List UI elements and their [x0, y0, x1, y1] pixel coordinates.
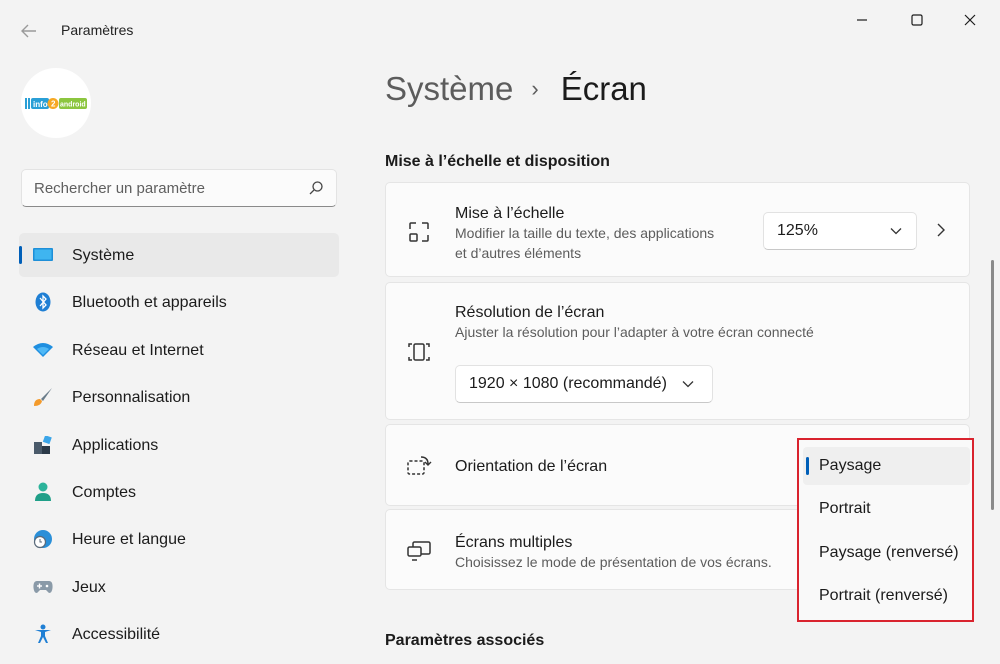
breadcrumb: Système › Écran [385, 70, 647, 108]
sidebar-item-label: Accessibilité [72, 626, 161, 644]
resolution-card: Résolution de l’écran Ajuster la résolut… [385, 282, 970, 420]
sidebar-item-personnalisation[interactable]: Personnalisation [19, 375, 339, 419]
accessibility-icon [33, 624, 53, 644]
resolution-dropdown[interactable]: 1920 × 1080 (recommandé) [455, 365, 713, 403]
chevron-down-icon [682, 381, 694, 388]
gamepad-icon [33, 577, 53, 597]
orientation-option-portrait-renverse[interactable]: Portrait (renversé) [803, 577, 970, 615]
apps-icon [33, 435, 53, 455]
scale-title: Mise à l’échelle [455, 205, 565, 222]
orientation-icon [407, 456, 432, 475]
person-icon [33, 482, 53, 502]
settings-search-box[interactable] [21, 169, 337, 207]
sidebar-item-accessibilite[interactable]: Accessibilité [19, 612, 339, 656]
chevron-right-icon[interactable] [936, 223, 945, 237]
sidebar-item-label: Heure et langue [72, 531, 186, 549]
sidebar-item-label: Réseau et Internet [72, 341, 204, 359]
sidebar-item-reseau[interactable]: Réseau et Internet [19, 328, 339, 372]
sidebar-item-label: Jeux [72, 578, 106, 596]
sidebar-item-jeux[interactable]: Jeux [19, 565, 339, 609]
multiple-displays-icon [407, 541, 431, 561]
wifi-icon [33, 340, 53, 360]
back-arrow-icon [21, 24, 36, 38]
bluetooth-icon [33, 292, 53, 312]
resolution-desc: Ajuster la résolution pour l’adapter à v… [455, 324, 814, 340]
user-avatar[interactable]: info 2 android [21, 68, 91, 138]
breadcrumb-parent[interactable]: Système [385, 70, 513, 108]
svg-text:info: info [33, 100, 48, 109]
resolution-title: Résolution de l’écran [455, 304, 605, 321]
close-button[interactable] [950, 8, 990, 32]
multiple-displays-title: Écrans multiples [455, 534, 573, 551]
orientation-title: Orientation de l’écran [455, 458, 608, 475]
orientation-option-portrait[interactable]: Portrait [803, 490, 970, 528]
minimize-button[interactable] [842, 8, 882, 32]
maximize-icon [911, 14, 923, 26]
close-icon [964, 14, 976, 26]
sidebar-item-label: Comptes [72, 483, 137, 501]
chevron-down-icon [890, 228, 902, 235]
back-button[interactable] [14, 18, 44, 44]
breadcrumb-separator: › [531, 76, 539, 101]
orientation-option-paysage[interactable]: Paysage [803, 447, 970, 485]
orientation-option-paysage-renverse[interactable]: Paysage (renversé) [803, 534, 970, 572]
scale-value: 125% [777, 222, 818, 239]
scrollbar[interactable] [991, 260, 994, 510]
page-title: Écran [560, 70, 647, 107]
sidebar-item-applications[interactable]: Applications [19, 423, 339, 467]
scale-dropdown[interactable]: 125% [763, 212, 917, 250]
sidebar-item-label: Bluetooth et appareils [72, 294, 227, 312]
section-title-related: Paramètres associés [385, 632, 545, 649]
sidebar-item-comptes[interactable]: Comptes [19, 470, 339, 514]
maximize-button[interactable] [897, 8, 937, 32]
resolution-value: 1920 × 1080 (recommandé) [469, 375, 667, 392]
multiple-displays-desc: Choisissez le mode de présentation de vo… [455, 554, 772, 570]
scale-desc-line1: Modifier la taille du texte, des applica… [455, 225, 715, 241]
search-icon[interactable] [308, 180, 324, 196]
scale-card: Mise à l’échelle Modifier la taille du t… [385, 182, 970, 277]
clock-globe-icon [33, 529, 53, 549]
brush-icon [33, 387, 53, 407]
sidebar-item-label: Personnalisation [72, 389, 191, 407]
scale-desc-line2: et d’autres éléments [455, 244, 582, 261]
sidebar-item-label: Applications [72, 436, 159, 454]
search-input[interactable] [34, 170, 304, 206]
orientation-menu: Paysage Portrait Paysage (renversé) Port… [797, 438, 974, 622]
monitor-icon [33, 245, 53, 265]
svg-text:2: 2 [51, 100, 56, 109]
sidebar-item-label: Système [72, 247, 135, 264]
resolution-icon [408, 343, 430, 361]
title-bar: Paramètres [0, 0, 1000, 60]
info2android-logo: info 2 android [25, 95, 87, 111]
scale-icon [409, 222, 429, 242]
section-title-layout: Mise à l’échelle et disposition [385, 153, 610, 170]
app-title: Paramètres [61, 22, 134, 38]
svg-text:android: android [60, 102, 86, 109]
sidebar-item-bluetooth[interactable]: Bluetooth et appareils [19, 280, 339, 324]
sidebar-item-systeme[interactable]: Système [19, 233, 339, 277]
sidebar-item-heure-langue[interactable]: Heure et langue [19, 517, 339, 561]
sidebar-nav: Système Bluetooth et appareils Réseau et… [19, 233, 339, 660]
minimize-icon [857, 19, 867, 21]
